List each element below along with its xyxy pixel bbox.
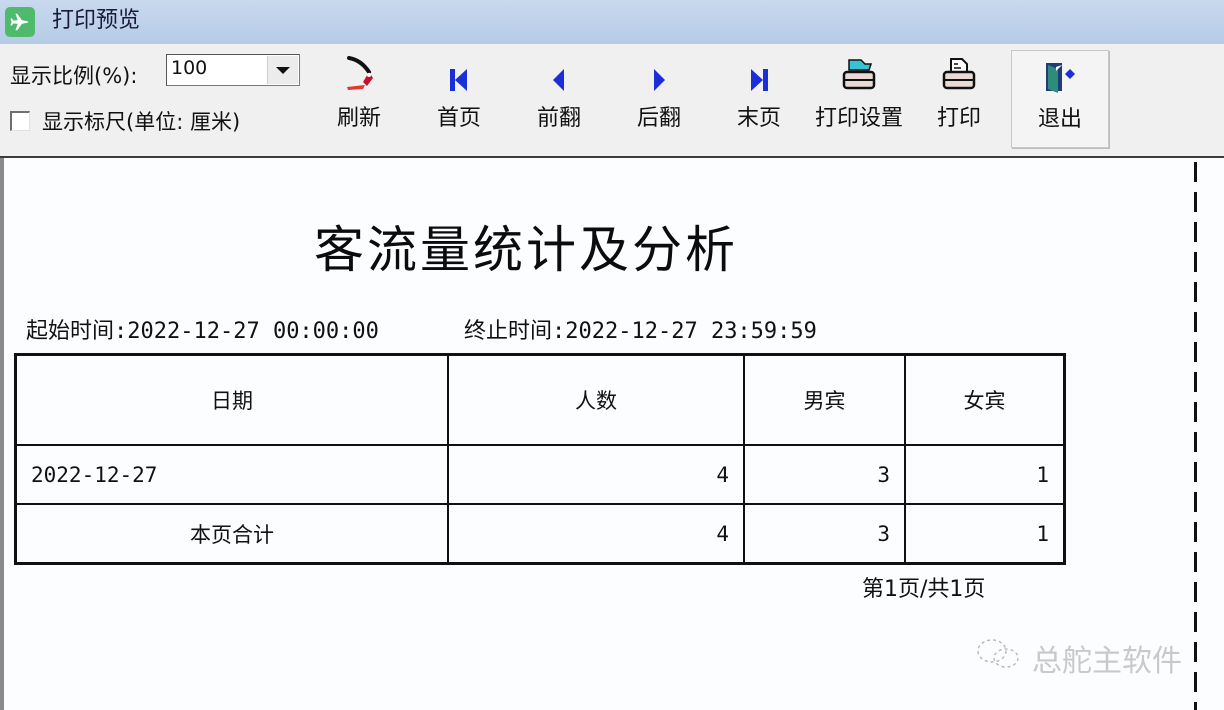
next-page-button[interactable]: 后翻 xyxy=(611,54,707,144)
column-header-male: 男宾 xyxy=(743,353,906,446)
cell-total: 4 xyxy=(447,444,745,505)
show-ruler-checkbox[interactable] xyxy=(10,111,30,131)
subtotal-row: 本页合计 4 3 1 xyxy=(14,503,1066,565)
table-row: 2022-12-27 4 3 1 xyxy=(14,444,1066,505)
printer-icon xyxy=(939,54,979,94)
subtotal-total: 4 xyxy=(447,503,745,565)
show-ruler-label: 显示标尺(单位: 厘米) xyxy=(42,110,241,134)
page-indicator: 第1页/共1页 xyxy=(862,577,986,602)
exit-door-icon xyxy=(1042,51,1078,95)
print-button[interactable]: 打印 xyxy=(911,54,1007,144)
cell-female: 1 xyxy=(904,444,1066,505)
print-label: 打印 xyxy=(936,106,981,131)
end-time-value: 2022-12-27 23:59:59 xyxy=(565,319,817,344)
start-time-label: 起始时间: xyxy=(26,319,128,344)
previous-page-icon xyxy=(549,54,569,94)
subtotal-label: 本页合计 xyxy=(14,503,449,565)
column-header-female: 女宾 xyxy=(904,353,1066,446)
printer-settings-icon xyxy=(839,54,879,94)
column-header-date: 日期 xyxy=(14,353,449,446)
report-title: 客流量统计及分析 xyxy=(314,221,738,279)
subtotal-male: 3 xyxy=(743,503,906,565)
end-time-label: 终止时间: xyxy=(464,319,566,344)
last-page-label: 末页 xyxy=(736,106,781,131)
show-ruler-option[interactable]: 显示标尺(单位: 厘米) xyxy=(10,106,240,136)
toolbar: 显示比例(%): 100 显示标尺(单位: 厘米) 刷新 首页 前翻 后翻 末页… xyxy=(0,44,1224,158)
exit-label: 退出 xyxy=(1037,107,1082,132)
scale-value[interactable]: 100 xyxy=(171,57,207,79)
airplane-icon xyxy=(5,7,35,37)
refresh-label: 刷新 xyxy=(336,106,381,131)
next-page-label: 后翻 xyxy=(636,106,681,131)
cell-date: 2022-12-27 xyxy=(14,444,449,505)
title-bar: 打印预览 xyxy=(0,0,1224,45)
end-time: 终止时间:2022-12-27 23:59:59 xyxy=(464,313,817,345)
last-page-icon xyxy=(747,54,771,94)
print-preview-area[interactable]: 客流量统计及分析 起始时间:2022-12-27 00:00:00 终止时间:2… xyxy=(0,158,1224,710)
previous-page-label: 前翻 xyxy=(536,106,581,131)
report-table: 日期 人数 男宾 女宾 2022-12-27 4 3 1 本页合计 4 3 1 xyxy=(14,353,1066,565)
subtotal-female: 1 xyxy=(904,503,1066,565)
scale-dropdown[interactable]: 100 xyxy=(166,54,300,86)
cell-male: 3 xyxy=(743,444,906,505)
first-page-icon xyxy=(447,54,471,94)
first-page-button[interactable]: 首页 xyxy=(411,54,507,144)
print-settings-label: 打印设置 xyxy=(814,106,903,131)
window-title: 打印预览 xyxy=(52,8,141,33)
first-page-label: 首页 xyxy=(436,106,481,131)
exit-button[interactable]: 退出 xyxy=(1011,50,1109,148)
wechat-icon xyxy=(974,636,1024,680)
start-time: 起始时间:2022-12-27 00:00:00 xyxy=(26,313,379,345)
previous-page-button[interactable]: 前翻 xyxy=(511,54,607,144)
scale-label: 显示比例(%): xyxy=(10,64,138,88)
table-header-row: 日期 人数 男宾 女宾 xyxy=(14,353,1066,446)
refresh-button[interactable]: 刷新 xyxy=(311,54,407,144)
next-page-icon xyxy=(649,54,669,94)
column-header-total: 人数 xyxy=(447,353,745,446)
watermark-text: 总舵主软件 xyxy=(1032,644,1182,679)
page-boundary-line xyxy=(1194,162,1197,710)
chevron-down-icon[interactable] xyxy=(267,56,298,84)
start-time-value: 2022-12-27 00:00:00 xyxy=(127,319,379,344)
print-settings-button[interactable]: 打印设置 xyxy=(811,54,907,144)
last-page-button[interactable]: 末页 xyxy=(711,54,807,144)
refresh-icon xyxy=(339,54,379,94)
watermark: 总舵主软件 xyxy=(974,636,1182,680)
